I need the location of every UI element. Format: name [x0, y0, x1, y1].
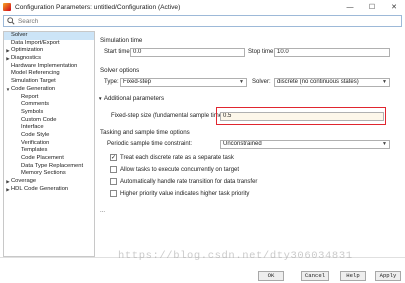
tree-item-label: Data Import/Export	[11, 39, 60, 46]
constraint-value: Unconstrained	[223, 141, 262, 147]
stop-time-field[interactable]: 10.0	[274, 48, 390, 57]
tree-item-label: Data Type Replacement	[21, 162, 84, 169]
tree-item[interactable]: Data Import/Export	[4, 40, 94, 48]
tree-item[interactable]: Interface	[4, 124, 94, 132]
additional-parameters-title: Additional parameters	[103, 95, 165, 102]
tree-item[interactable]: ▶ Optimization	[4, 47, 94, 55]
tree-item-label: Interface	[21, 124, 44, 131]
tree-item[interactable]: Hardware Implementation	[4, 63, 94, 71]
start-time-field[interactable]: 0.0	[130, 48, 245, 57]
help-button[interactable]: Help	[340, 271, 366, 281]
watermark: https://blog.csdn.net/dty306034831	[118, 250, 353, 262]
checkbox[interactable]: ✓	[110, 154, 117, 161]
tree-item-label: Solver	[11, 32, 28, 38]
tree-item-label: Model Referencing	[11, 70, 60, 77]
checkbox-label: Automatically handle rate transition for…	[120, 178, 258, 185]
tree-item-label: Custom Code	[21, 116, 57, 123]
solver-dropdown[interactable]: discrete (no continuous states) ▼	[274, 78, 390, 87]
tree-item[interactable]: ▶ Diagnostics	[4, 55, 94, 63]
tree-item-label: Comments	[21, 101, 50, 108]
close-icon[interactable]: ✕	[383, 0, 405, 14]
tree-item-label: Optimization	[11, 47, 44, 54]
tree-item-label: Simulation Target	[11, 78, 56, 85]
chevron-down-icon: ▼	[382, 141, 387, 147]
type-label: Type:	[104, 79, 119, 85]
tree-item-label: Symbols	[21, 108, 44, 115]
checkbox[interactable]	[110, 166, 117, 173]
ok-button[interactable]: OK	[258, 271, 284, 281]
search-bar	[3, 15, 402, 27]
solver-value: discrete (no continuous states)	[277, 79, 359, 85]
checkbox-label: Higher priority value indicates higher t…	[120, 190, 250, 197]
window-controls: — ☐ ✕	[339, 0, 405, 14]
tree-item-label: Verification	[21, 139, 50, 146]
cancel-button[interactable]: Cancel	[301, 271, 329, 281]
tree-item[interactable]: ▼ Code Generation	[4, 86, 94, 94]
start-time-label: Start time:	[104, 49, 132, 55]
type-value: Fixed-step	[123, 79, 152, 85]
type-dropdown[interactable]: Fixed-step ▼	[120, 78, 247, 87]
additional-parameters-toggle[interactable]: ▼ Additional parameters	[98, 95, 164, 102]
category-tree: Solver Data Import/Export ▶ Optimization ▶ Di…	[3, 31, 95, 257]
search-input[interactable]	[18, 17, 388, 25]
tree-item[interactable]: Model Referencing	[4, 70, 94, 78]
tree-item[interactable]: ▶ Coverage	[4, 178, 94, 186]
solver-options-title: Solver options	[100, 67, 140, 74]
tree-item-label: Report	[21, 93, 39, 100]
tree-item[interactable]: Comments	[4, 101, 94, 109]
tree-item[interactable]: Code Style	[4, 132, 94, 140]
tree-item[interactable]: ▶ HDL Code Generation	[4, 186, 94, 194]
checkbox-row[interactable]: Automatically handle rate transition for…	[110, 178, 257, 185]
highlight-box	[216, 107, 386, 125]
solver-label: Solver:	[252, 79, 271, 85]
tree-item[interactable]: Verification	[4, 140, 94, 148]
main-panel: Simulation time Start time: 0.0 Stop tim…	[96, 31, 402, 257]
fixed-step-label: Fixed-step size (fundamental sample time…	[111, 113, 226, 119]
constraint-label: Periodic sample time constraint:	[107, 141, 193, 147]
chevron-down-icon: ▼	[382, 79, 387, 85]
tasking-title: Tasking and sample time options	[100, 129, 190, 136]
tree-item-label: Memory Sections	[21, 170, 66, 177]
tree-item[interactable]: Templates	[4, 147, 94, 155]
tree-item[interactable]: Data Type Replacement	[4, 163, 94, 171]
checkbox-row[interactable]: ✓ Treat each discrete rate as a separate …	[110, 154, 234, 161]
tree-item[interactable]: Symbols	[4, 109, 94, 117]
tree-item[interactable]: Solver	[4, 32, 94, 40]
tree-item[interactable]: Code Placement	[4, 155, 94, 163]
tree-item[interactable]: Report	[4, 94, 94, 102]
tree-item[interactable]: Simulation Target	[4, 78, 94, 86]
simulation-time-title: Simulation time	[100, 37, 143, 44]
window-title: Configuration Parameters: untitled/Confi…	[15, 3, 181, 11]
tree-item-label: Code Generation	[11, 85, 56, 92]
checkbox-label: Treat each discrete rate as a separate t…	[120, 154, 234, 161]
tree-item-label: Coverage	[11, 178, 37, 185]
apply-button[interactable]: Apply	[375, 271, 401, 281]
tree-item-label: Diagnostics	[11, 55, 41, 62]
checkbox-row[interactable]: Higher priority value indicates higher t…	[110, 190, 249, 197]
title-bar: Configuration Parameters: untitled/Confi…	[0, 0, 405, 14]
stop-time-label: Stop time:	[248, 49, 276, 55]
search-icon	[6, 16, 16, 26]
app-icon	[3, 3, 11, 11]
tree-item-label: Templates	[21, 147, 48, 154]
checkbox-label: Allow tasks to execute concurrently on t…	[120, 166, 240, 173]
maximize-icon[interactable]: ☐	[361, 0, 383, 14]
tree-item-label: Hardware Implementation	[11, 62, 78, 69]
tree-item[interactable]: Custom Code	[4, 117, 94, 125]
constraint-dropdown[interactable]: Unconstrained ▼	[220, 140, 390, 149]
collapse-arrow-icon: ▼	[98, 96, 103, 101]
checkbox-row[interactable]: Allow tasks to execute concurrently on t…	[110, 166, 239, 173]
tree-item-label: HDL Code Generation	[11, 185, 69, 192]
more-ellipsis: ...	[100, 208, 106, 214]
tree-item-label: Code Placement	[21, 155, 64, 161]
tree-item[interactable]: Memory Sections	[4, 170, 94, 178]
minimize-icon[interactable]: —	[339, 0, 361, 14]
checkbox[interactable]	[110, 190, 117, 197]
chevron-down-icon: ▼	[239, 79, 244, 85]
checkbox[interactable]	[110, 178, 117, 185]
tree-item-label: Code Style	[21, 131, 50, 138]
